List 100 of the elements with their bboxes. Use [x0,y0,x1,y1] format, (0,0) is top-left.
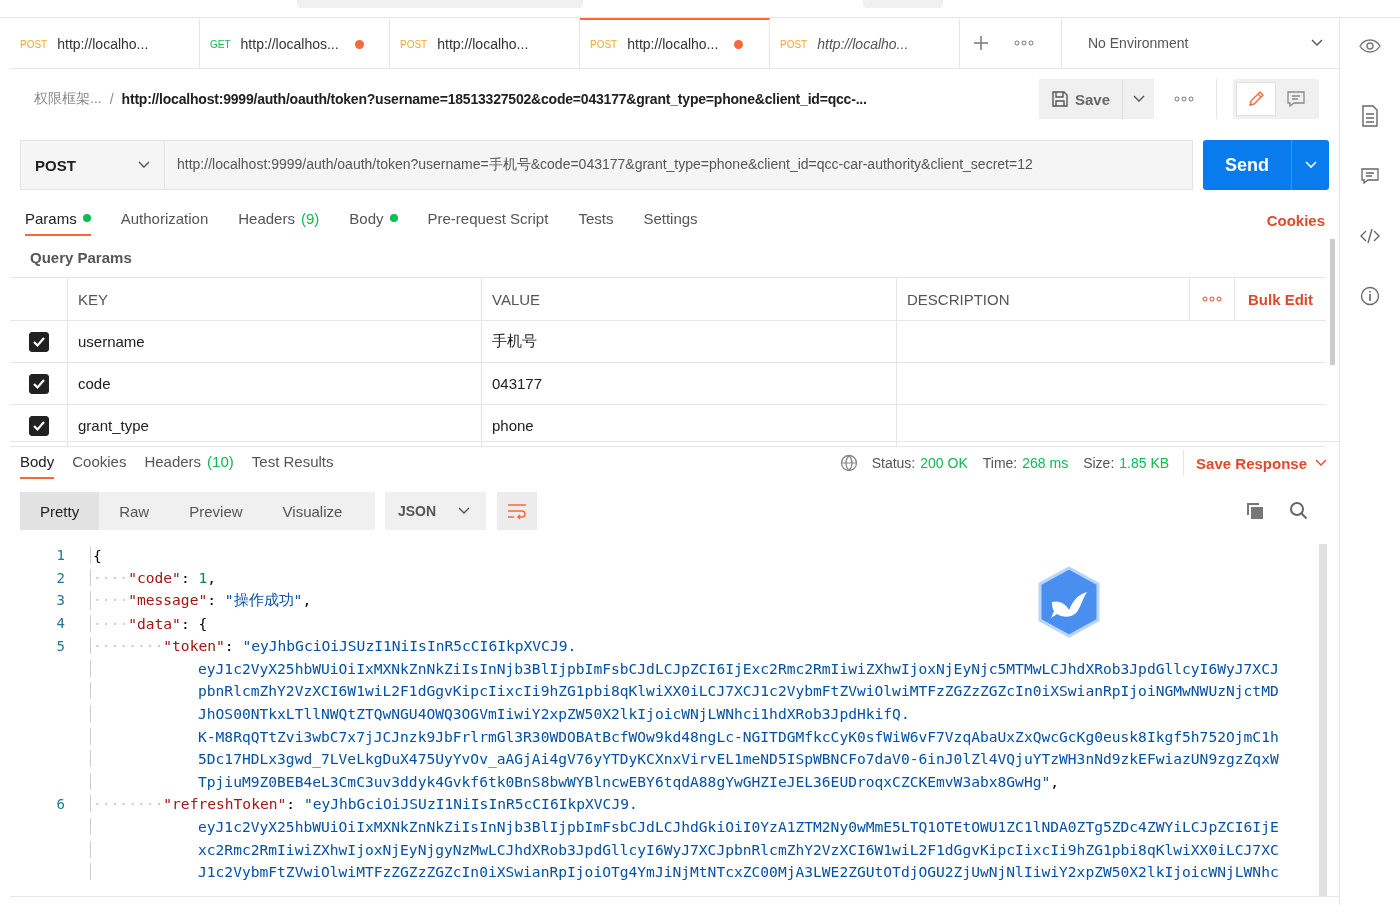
caret-icon [1132,95,1145,103]
view-mode-tab[interactable]: Pretty [20,492,100,530]
code-line: K-M8RqQTtZvi3wbC7x7jJCJnzk9JbFrlrmGl3R30WDOBAtBcfWOw9kd48ngLc-NGITDGMfkcCyK0sfWiW6vF7VzqAbaUxZxQwcGcKg0eusk8Ikgf5h752OjmC1h [90,727,1279,745]
status-label: Size: [1083,455,1115,471]
code-line: ········"token": "eyJhbGciOiJSUzI1NiIsInR5cCI6IkpXVCJ9. [90,637,577,655]
checkmark-icon [31,377,46,390]
caret-icon [138,161,150,169]
save-response-button[interactable]: Save Response [1196,454,1327,472]
bird-badge-icon[interactable] [1036,566,1102,638]
environment-dropdown[interactable]: No Environment [1061,18,1339,68]
more-icon [1174,96,1194,102]
table-cell: 043177 [492,375,543,392]
view-mode-tab[interactable]: Raw [99,492,170,530]
code-line: xc2Rmc2RmIiwiZXhwIjoxNjEyNjgyNzMwLCJhdXRob3JpdGllcyI6WyJ7XCJpbnRlcmZhY2VzXCI6W1wiL2F1dGgvKipcIixcIi9hZG1pbi8qKlwiXX0iLCJ7XC [90,840,1279,858]
request-section-tab[interactable]: Params [25,204,91,236]
code-line: J1c2VybmFtZVwiOlwiMTFzZGZzZGZcIn0iXSwianRpIjoiOTg4YmJiNjMtNTcxZC00MjA3LWE2ZGUtOTdjOGU2ZjUwNjNlIiwiY2xpZW50X2lkIjoicWNjLWNhc [90,863,1279,881]
code-line: eyJ1c2VyX25hbWUiOiIxMXNkZnNkZiIsInNjb3BlIjpbImFsbCJdLCJpZCI6IjExc2Rmc2RmIiwiZXhwIjoxNjEyNjc5MTMwLCJhdXRob3JpdGllcyI6WyJ7XCJ [90,659,1279,677]
code-line: 5Dc17HDLx3gwd_7LVeLkgDuX475UyYvOv_aAGjAi4gV76yYTDyKCXnxVirvEL1meND5ISpWBNCFo7daV0-6inJ0lZl4VQjuYTzWH3nNd9zkEFwiazUN9zgzZqxW [90,750,1279,768]
url-field[interactable]: http://localhost:9999/auth/oauth/token?username=手机号&code=043177&grant_type=phone&client_id=qcc-car-authority&client_secret=12 [165,140,1193,190]
caret-icon [1315,459,1327,467]
checkbox[interactable] [28,331,49,352]
status-label: Status: [871,455,916,471]
method-label: GET [210,38,231,50]
status-label: Time: [982,455,1018,471]
table-cell: code [78,375,111,392]
caret-icon [1304,161,1317,169]
tab-title: http://localho... [437,36,529,52]
code-line: ····"data": { [90,614,208,632]
line-number: 4 [55,615,66,632]
copy-icon [1245,501,1265,521]
code-line: ····"message": "操作成功", [90,591,312,610]
scrollbar[interactable] [1319,544,1327,896]
table-cell: username [78,333,145,350]
tab-title: http://localho... [57,36,149,52]
method-dropdown[interactable]: POST [20,140,165,190]
code-line: ····"code": 1, [90,569,217,587]
line-number: 6 [55,795,66,812]
line-number: 1 [55,547,66,564]
checkbox[interactable] [28,415,49,436]
response-tab[interactable]: Test Results [251,447,334,479]
response-tab[interactable]: Headers (10) [144,447,234,479]
save-options-button[interactable] [1122,79,1154,119]
comment-icon [1286,90,1306,108]
code-line: ········"refreshToken": "eyJhbGciOiJSUzI1NiIsInR5cCI6IkpXVCJ9. [90,795,638,813]
more-icon [1202,296,1222,302]
line-number: 3 [55,592,66,609]
search-icon [1289,501,1309,521]
send-button[interactable]: Send [1203,140,1291,190]
column-header: VALUE [482,278,897,320]
status-value: 1.85 KB [1119,455,1170,471]
method-label: POST [400,38,428,50]
cookies-link[interactable]: Cookies [1266,211,1325,229]
wrap-lines-icon [506,502,529,520]
globe-icon [839,454,858,472]
request-section-tab[interactable]: Tests [578,204,614,236]
more-icon [1014,40,1034,46]
request-name: http://localhost:9999/auth/oauth/token?username=18513327502&code=043177&grant_type=phone&client_id=qcc-... [121,91,867,107]
plus-icon [972,34,990,52]
table-cell: grant_type [78,417,149,434]
format-dropdown[interactable]: JSON [385,492,487,530]
view-mode-tab[interactable]: Visualize [262,492,363,530]
tab-title: http://localho... [817,36,909,52]
tab-title: http://localhos... [240,36,339,52]
breadcrumb-link[interactable]: 权限框架... [34,90,102,108]
request-section-tab[interactable]: Headers (9) [238,204,320,236]
code-line: eyJ1c2VyX25hbWUiOiIxMXNkZnNkZiIsInNjb3BlIjpbImFsbCJdLCJhdGkiOiI0YzA1ZTM2Ny0wMmE5LTQ1OTEtOWU1ZC1lNDA0ZTg5ZDc4ZWYiLCJpZCI6IjE [90,817,1279,835]
request-section-tab[interactable]: Settings [643,204,698,236]
tab-title: http://localho... [627,36,719,52]
request-section-tab[interactable]: Pre-request Script [427,204,549,236]
checkmark-icon [31,335,46,348]
method-label: POST [590,38,618,50]
line-number: 2 [55,569,66,586]
request-tab[interactable]: POST http://localho... [580,18,770,68]
bulk-edit-link[interactable]: Bulk Edit [1248,290,1313,308]
table-cell: phone [492,417,534,434]
scrollbar[interactable] [1330,239,1335,365]
breadcrumb-separator: / [109,91,114,107]
table-cell: 手机号 [492,332,537,351]
request-section-tab[interactable]: Authorization [120,204,209,236]
checkmark-icon [31,419,46,432]
status-value: 200 OK [920,455,968,471]
code-line: TpjiuM9Z0BEB4eL3CmC3uv3ddyk4Gvkf6tk0BnS8bwWYBlncwEBY6tqdA88gYwGHZIeJEL36EUDroqxCZCKEmvW3abx8GwHg", [90,772,1060,790]
section-title: Query Params [29,248,133,268]
code-line: JhOS00NTkxLTllNWQtZTQwNGU4OWQ3OGVmIiwiY2xpZW50X2lkIjoicWNjLWNhci1hdXRob3JpdHkifQ. [90,704,910,722]
wrap-lines-button[interactable] [497,492,538,530]
column-header: KEY [68,278,482,320]
column-header: DESCRIPTION [897,278,1190,320]
method-label: POST [780,38,808,50]
save-button[interactable]: Save [1038,79,1122,119]
line-number: 5 [55,637,66,654]
response-tab[interactable]: Body [20,447,55,479]
view-mode-tab[interactable]: Preview [169,492,263,530]
response-tab[interactable]: Cookies [72,447,127,479]
checkbox[interactable] [28,373,49,394]
code-line: pbnRlcmZhY2VzXCI6W1wiL2F1dGgvKipcIixcIi9hZG1pbi8qKlwiXX0iLCJ7XCJ1c2VybmFtZVwiOlwiMTFzZGZzZGZcIn0iXSwianRpIjoiNGMwNWUzNjctMD [90,682,1279,700]
edit-button[interactable] [1236,82,1276,116]
request-section-tab[interactable]: Body [349,204,398,236]
caret-icon [458,507,471,515]
status-value: 268 ms [1022,455,1069,471]
code-line: { [90,546,102,564]
